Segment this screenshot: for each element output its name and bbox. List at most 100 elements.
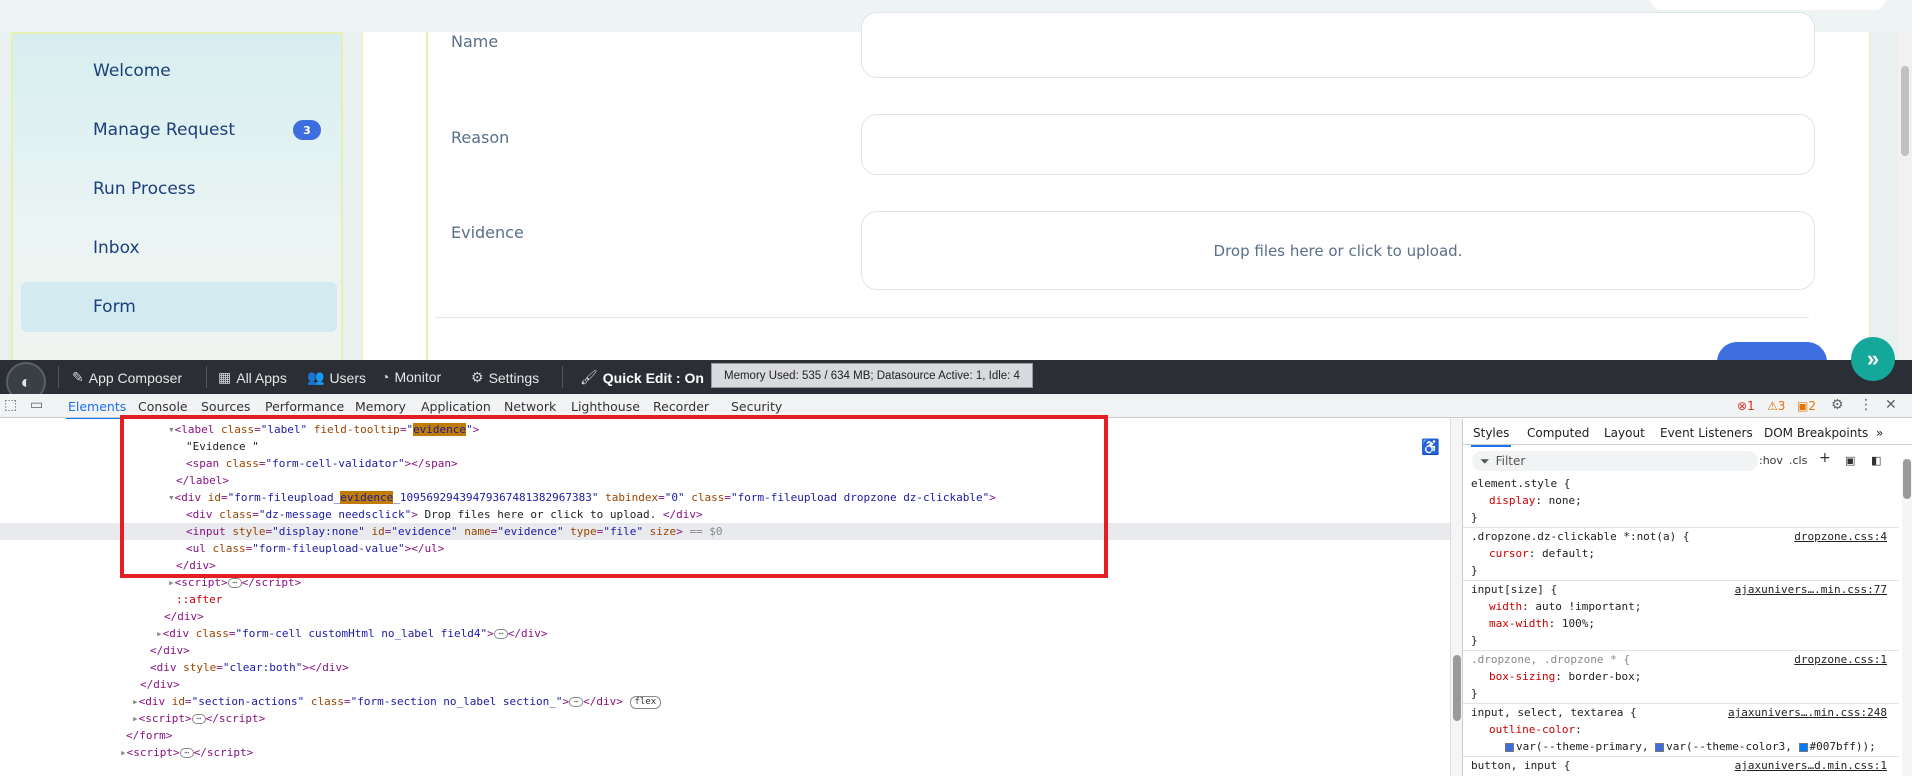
color-swatch[interactable]: [1505, 742, 1514, 752]
all-apps-button[interactable]: ▦ All Apps: [218, 369, 287, 386]
tab-memory[interactable]: Memory: [355, 399, 406, 414]
tab-performance[interactable]: Performance: [265, 399, 344, 414]
rule-selector: button, input {: [1471, 759, 1571, 772]
rule-source-link[interactable]: dropzone.css:1: [1794, 651, 1887, 668]
dropzone-text: Drop files here or click to upload.: [1213, 241, 1463, 260]
quick-edit-toggle[interactable]: 🖌 Quick Edit : On: [580, 369, 704, 386]
rule-source-link[interactable]: dropzone.css:4: [1794, 528, 1887, 545]
annotation-highlight-box: [120, 415, 1108, 578]
inspect-element-icon[interactable]: ⬚: [4, 397, 17, 413]
new-rule-icon[interactable]: +: [1819, 450, 1831, 466]
dom-line[interactable]: ▸<script> ⋯ </script>: [0, 744, 1450, 761]
rule-declaration[interactable]: width: auto !important;: [1489, 598, 1641, 615]
device-toolbar-icon[interactable]: ▭: [30, 397, 43, 413]
sidebar-item-label: Welcome: [93, 61, 171, 81]
dom-line[interactable]: ▸<div id="section-actions" class="form-s…: [0, 693, 1450, 710]
settings-button[interactable]: ⚙ Settings: [471, 369, 539, 386]
styles-panel: Styles Computed Layout Event Listeners D…: [1462, 419, 1912, 776]
issue-count[interactable]: ▣2: [1797, 399, 1816, 413]
styles-filter-input[interactable]: ⏷ Filter: [1472, 451, 1758, 471]
sidebar-item-label: Form: [93, 297, 136, 317]
sidebar-toggle-icon[interactable]: ◧: [1871, 454, 1881, 467]
more-options-icon[interactable]: ⋮: [1859, 397, 1873, 413]
sidebar-item-label: Manage Request: [93, 120, 235, 140]
tab-computed[interactable]: Computed: [1527, 426, 1589, 440]
tab-sources[interactable]: Sources: [201, 399, 250, 414]
evidence-dropzone[interactable]: Drop files here or click to upload.: [861, 211, 1815, 290]
rule-declaration[interactable]: display: none;: [1489, 492, 1582, 509]
monitor-button[interactable]: ◔ Monitor: [381, 369, 441, 385]
error-count[interactable]: ⊗1: [1737, 399, 1755, 413]
dom-line[interactable]: </form>: [0, 727, 1450, 744]
dom-line[interactable]: </div>: [0, 642, 1450, 659]
dom-line[interactable]: ▸<div class="form-cell customHtml no_lab…: [0, 625, 1450, 642]
warning-count[interactable]: ⚠3: [1767, 399, 1785, 413]
accessibility-icon[interactable]: ♿: [1421, 438, 1440, 456]
rule-source-link[interactable]: ajaxunivers….min.css:77: [1735, 581, 1887, 598]
color-swatch[interactable]: [1655, 742, 1665, 752]
rule-declaration[interactable]: outline-color:: [1489, 721, 1582, 738]
sidebar-item-run-process[interactable]: Run Process: [21, 164, 337, 214]
name-field[interactable]: [861, 12, 1815, 78]
reason-label: Reason: [451, 128, 510, 147]
close-icon[interactable]: ✕: [1885, 397, 1897, 413]
more-tabs-icon[interactable]: »: [1876, 426, 1883, 440]
dom-line[interactable]: </div>: [0, 608, 1450, 625]
tab-dom-breakpoints[interactable]: DOM Breakpoints: [1764, 426, 1868, 440]
hover-state-toggle[interactable]: :hov: [1759, 454, 1783, 467]
tab-security[interactable]: Security: [731, 399, 782, 414]
sidebar-item-inbox[interactable]: Inbox: [21, 223, 337, 273]
rule-close: }: [1471, 511, 1478, 524]
dom-line[interactable]: </div>: [0, 676, 1450, 693]
reason-field[interactable]: [861, 114, 1815, 175]
css-property: box-sizing: [1489, 670, 1556, 683]
users-button[interactable]: 👥 Users: [307, 369, 366, 386]
tab-event-listeners[interactable]: Event Listeners: [1660, 426, 1753, 440]
paint-icon[interactable]: ▣: [1845, 454, 1855, 467]
app-composer-button[interactable]: ✎ App Composer: [72, 369, 182, 386]
sidebar-item-form[interactable]: Form: [21, 282, 337, 332]
sidebar-item-label: Run Process: [93, 179, 196, 199]
class-toggle[interactable]: .cls: [1789, 454, 1807, 467]
rule-declaration-value[interactable]: var(--theme-primary, var(--theme-color3,…: [1505, 738, 1876, 755]
rule-source-link[interactable]: ajaxunivers…d.min.css:1: [1735, 757, 1887, 774]
tab-elements[interactable]: Elements: [65, 399, 129, 420]
scroll-thumb[interactable]: [1901, 66, 1909, 156]
rule-selector: .dropzone, .dropzone * {: [1471, 653, 1630, 666]
grid-icon: ▦: [218, 369, 232, 385]
dom-line[interactable]: <div style="clear:both"></div>: [0, 659, 1450, 676]
tab-recorder[interactable]: Recorder: [653, 399, 709, 414]
dom-line[interactable]: ::after: [0, 591, 1450, 608]
tab-layout[interactable]: Layout: [1604, 426, 1645, 440]
tab-application[interactable]: Application: [421, 399, 491, 414]
scroll-thumb[interactable]: [1903, 459, 1911, 499]
styles-scrollbar[interactable]: [1902, 459, 1912, 776]
top-search-box[interactable]: [1650, 0, 1886, 10]
gear-icon: ⚙: [471, 369, 484, 385]
sidebar-item-manage-request[interactable]: Manage Request 3: [21, 105, 337, 155]
rule-declaration[interactable]: box-sizing: border-box;: [1489, 668, 1641, 685]
color-swatch[interactable]: [1798, 742, 1808, 752]
tab-styles[interactable]: Styles: [1470, 426, 1512, 447]
tab-console[interactable]: Console: [138, 399, 188, 414]
gear-icon[interactable]: ⚙: [1831, 397, 1844, 413]
rule-declaration[interactable]: cursor: default;: [1489, 545, 1595, 562]
flex-badge[interactable]: flex: [629, 695, 662, 709]
scroll-thumb[interactable]: [1453, 655, 1461, 721]
rule-source-link[interactable]: ajaxunivers….min.css:248: [1728, 704, 1887, 721]
css-property: cursor: [1489, 547, 1529, 560]
sidebar-item-label: Inbox: [93, 238, 140, 258]
submit-button[interactable]: [1717, 342, 1827, 362]
page-scrollbar[interactable]: [1898, 32, 1912, 362]
count-badge: 3: [293, 120, 321, 140]
double-chevron-right-icon: »: [1866, 346, 1880, 371]
brush-icon: 🖌: [580, 369, 598, 385]
dom-line[interactable]: ▸<script> ⋯ </script>: [0, 710, 1450, 727]
rule-declaration[interactable]: max-width: 100%;: [1489, 615, 1595, 632]
tab-lighthouse[interactable]: Lighthouse: [571, 399, 640, 414]
warning-count-value: 3: [1777, 399, 1786, 413]
elements-scrollbar[interactable]: [1450, 419, 1462, 776]
sidebar-item-welcome[interactable]: Welcome: [21, 46, 337, 96]
expand-fab-button[interactable]: »: [1851, 337, 1895, 381]
tab-network[interactable]: Network: [504, 399, 556, 414]
